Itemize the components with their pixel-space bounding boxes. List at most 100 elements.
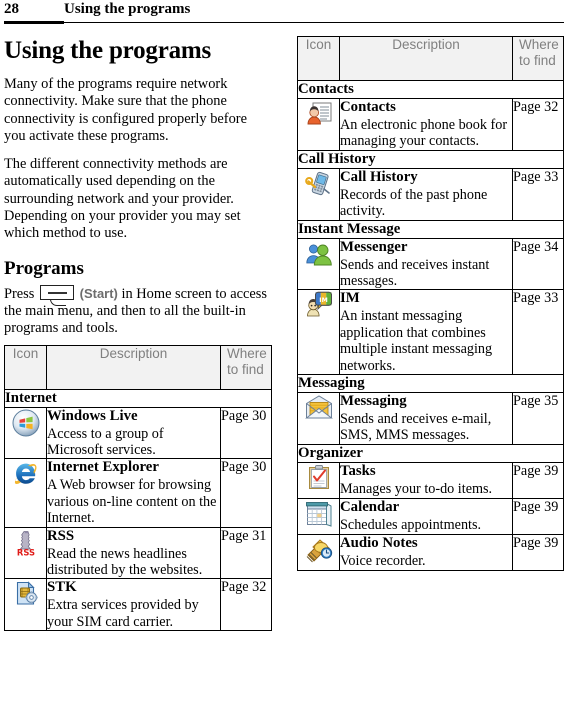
group-label: Instant Message [297, 219, 564, 239]
app-name: Tasks [340, 462, 376, 479]
page-ref: Page 33 [512, 289, 564, 376]
table-row: Internet Explorer A Web browser for brow… [4, 458, 272, 528]
start-key-icon [40, 284, 74, 306]
icon-cell [297, 392, 340, 445]
header-icon: Icon [4, 344, 47, 390]
description-cell: Internet Explorer A Web browser for brow… [46, 458, 221, 528]
description-cell: Contacts An electronic phone book for ma… [339, 98, 513, 151]
chapter-title: Using the programs [64, 1, 191, 17]
left-column: Using the programs Many of the programs … [4, 36, 272, 632]
app-description: Manages your to-do items. [340, 480, 493, 497]
app-name: Contacts [340, 99, 396, 115]
icon-cell [297, 497, 340, 535]
right-programs-table: Icon Description Whereto find Contacts [297, 36, 564, 571]
description-cell: Windows Live Access to a group of Micros… [46, 406, 221, 460]
right-column: Icon Description Whereto find Contacts [297, 36, 564, 571]
page-ref: Page 39 [512, 497, 564, 535]
icon-cell [297, 98, 340, 151]
header-rule-thin [64, 22, 564, 23]
description-cell: Messaging Sends and receives e-mail, SMS… [339, 392, 513, 445]
table-header-row: Icon Description Where to find [4, 344, 272, 390]
page-ref: Page 39 [512, 533, 564, 571]
header-where-line2: to find [227, 361, 264, 377]
messaging-icon [304, 393, 334, 423]
description-cell: STK Extra services provided by your SIM … [46, 578, 221, 632]
group-label: Internet [4, 388, 272, 408]
description-cell: Calendar Schedules appointments. [339, 497, 513, 535]
table-row: RSS RSS Read the news headlines distribu… [4, 526, 272, 580]
app-name: STK [47, 579, 77, 596]
messenger-icon [304, 239, 334, 269]
group-row: Contacts [297, 80, 564, 99]
app-name: Windows Live [47, 407, 138, 424]
header-icon: Icon [297, 36, 340, 81]
table-row: Calendar Schedules appointments. Page 39 [297, 497, 564, 535]
app-description: Sends and receives instant messages. [340, 256, 490, 290]
page-title: Using the programs [4, 37, 212, 64]
icon-cell [4, 578, 47, 632]
group-label: Messaging [297, 374, 564, 394]
app-description: A Web browser for browsing various on-li… [47, 477, 217, 527]
app-name: Messaging [340, 393, 407, 410]
description-cell: RSS Read the news headlines distributed … [46, 526, 221, 580]
app-description: An instant messaging application that co… [340, 308, 493, 374]
table-row: Contacts An electronic phone book for ma… [297, 98, 564, 151]
page-ref: Page 34 [512, 237, 564, 291]
tasks-icon [304, 463, 334, 493]
table-row: Audio Notes Voice recorder. Page 39 [297, 533, 564, 571]
header-where-to-find: Where to find [512, 36, 564, 81]
description-cell: Audio Notes Voice recorder. [339, 533, 513, 571]
app-description: Schedules appointments. [340, 516, 482, 533]
im-icon: IM [304, 290, 334, 320]
contacts-icon [304, 99, 334, 129]
icon-cell [297, 167, 340, 221]
app-name: Internet Explorer [47, 459, 159, 476]
table-row: STK Extra services provided by your SIM … [4, 578, 272, 632]
svg-text:IM: IM [319, 297, 327, 304]
icon-cell [297, 237, 340, 291]
start-key-label: (Start) [79, 285, 118, 301]
icon-cell [4, 406, 47, 460]
app-description: An electronic phone book for managing yo… [340, 117, 508, 150]
group-row: Call History [297, 149, 564, 169]
group-row: Organizer [297, 443, 564, 463]
intro-paragraph-2: The different connectivity methods are a… [4, 156, 241, 242]
page-ref: Page 30 [220, 458, 272, 528]
group-label: Contacts [297, 80, 564, 99]
icon-cell: RSS [4, 526, 47, 580]
rss-icon: RSS [11, 528, 41, 558]
group-row: Internet [4, 388, 272, 408]
page-ref: Page 35 [512, 392, 564, 445]
table-row: Tasks Manages your to-do items. Page 39 [297, 461, 564, 499]
icon-cell: IM [297, 289, 340, 376]
manual-page: 28 Using the programs Using the programs… [0, 0, 568, 717]
stk-icon [11, 579, 41, 609]
press-prefix-text: Press [4, 285, 35, 302]
table-header-row: Icon Description Where to find [297, 36, 564, 81]
page-number: 28 [4, 1, 19, 17]
icon-cell [4, 458, 47, 528]
programs-heading: Programs [4, 257, 84, 279]
header-where-to-find: Where to find [220, 344, 272, 390]
svg-text:RSS: RSS [16, 547, 34, 557]
group-label: Call History [297, 149, 564, 169]
icon-cell [297, 461, 340, 499]
header-description: Description [339, 36, 513, 81]
call-history-icon [304, 169, 334, 199]
group-row: Instant Message [297, 219, 564, 239]
app-name: RSS [47, 527, 75, 544]
description-cell: IM An instant messaging application that… [339, 289, 513, 376]
description-cell: Tasks Manages your to-do items. [339, 461, 513, 499]
internet-explorer-icon [11, 459, 41, 489]
page-ref: Page 33 [512, 167, 564, 221]
page-ref: Page 32 [220, 578, 272, 632]
header-where-line1: Where [227, 345, 267, 361]
group-row: Messaging [297, 374, 564, 394]
table-row: Windows Live Access to a group of Micros… [4, 406, 272, 460]
app-name: Call History [340, 168, 418, 185]
intro-paragraph-1: Many of the programs require network con… [4, 76, 247, 144]
audio-notes-icon [304, 535, 334, 565]
page-ref: Page 30 [220, 406, 272, 460]
icon-cell [297, 533, 340, 571]
header-description: Description [46, 344, 221, 390]
